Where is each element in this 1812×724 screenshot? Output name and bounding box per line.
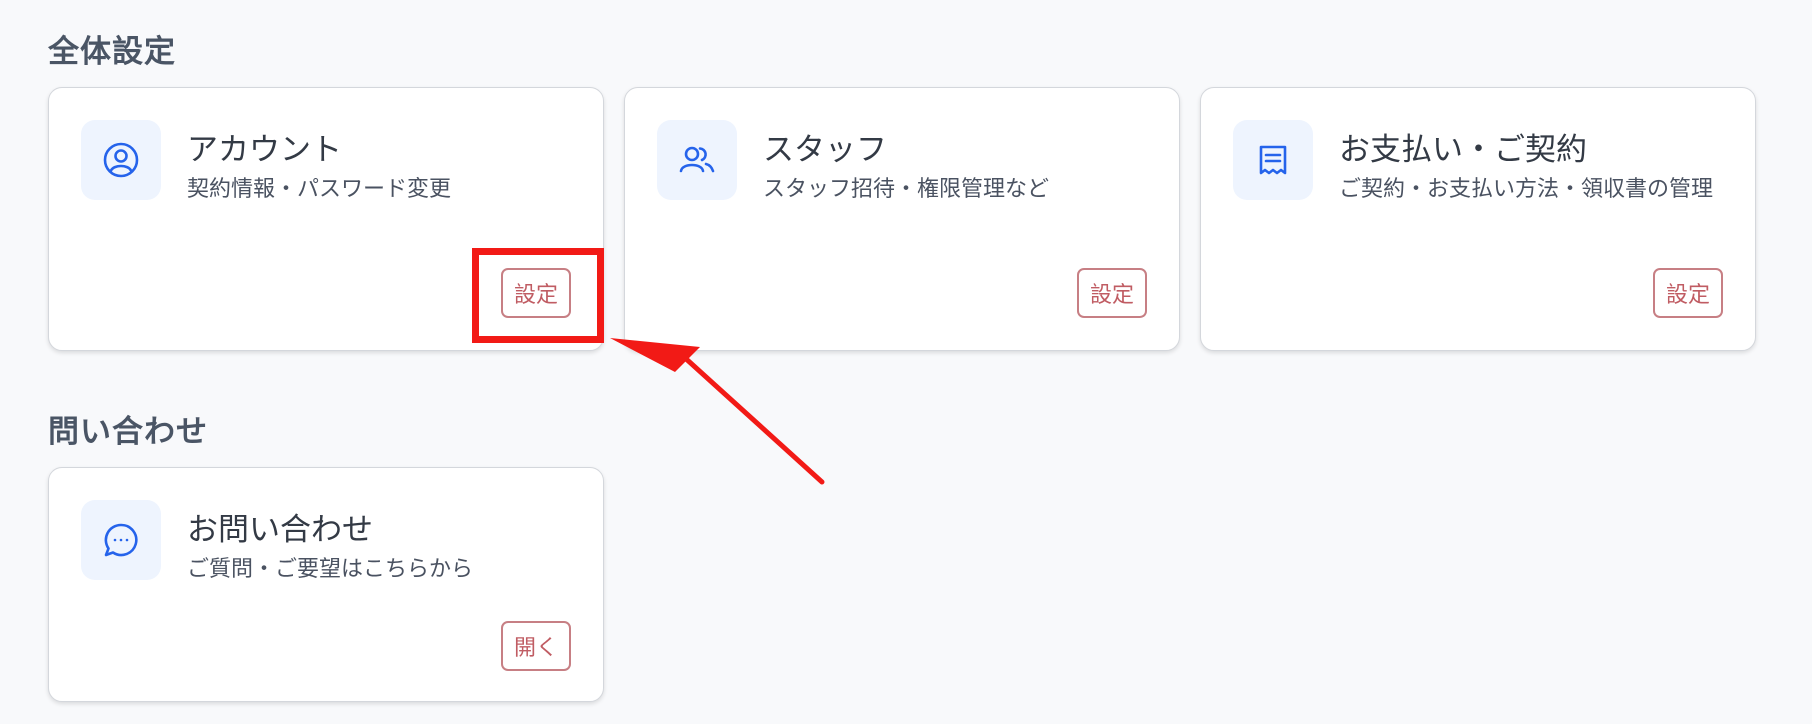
payment-card-title: お支払い・ご契約 — [1339, 132, 1587, 168]
payment-card: お支払い・ご契約 ご契約・お支払い方法・領収書の管理 設定 — [1200, 87, 1756, 351]
inquiry-open-button[interactable]: 開く — [501, 621, 571, 671]
user-circle-icon — [81, 120, 161, 200]
account-card-title: アカウント — [187, 132, 342, 168]
staff-card-title: スタッフ — [763, 132, 887, 168]
inquiry-card: お問い合わせ ご質問・ご要望はこちらから 開く — [48, 467, 604, 702]
account-card: アカウント 契約情報・パスワード変更 設定 — [48, 87, 604, 351]
staff-card: スタッフ スタッフ招待・権限管理など 設定 — [624, 87, 1180, 351]
section-title-general: 全体設定 — [48, 34, 176, 70]
staff-card-description: スタッフ招待・権限管理など — [763, 177, 1050, 202]
staff-settings-button[interactable]: 設定 — [1077, 268, 1147, 318]
payment-settings-button[interactable]: 設定 — [1653, 268, 1723, 318]
account-settings-button[interactable]: 設定 — [501, 268, 571, 318]
inquiry-card-description: ご質問・ご要望はこちらから — [187, 557, 474, 582]
inquiry-card-title: お問い合わせ — [187, 512, 373, 548]
account-card-description: 契約情報・パスワード変更 — [187, 177, 452, 202]
chat-bubble-icon — [81, 500, 161, 580]
receipt-icon — [1233, 120, 1313, 200]
section-title-inquiry: 問い合わせ — [48, 414, 208, 450]
payment-card-description: ご契約・お支払い方法・領収書の管理 — [1339, 177, 1714, 202]
users-icon — [657, 120, 737, 200]
